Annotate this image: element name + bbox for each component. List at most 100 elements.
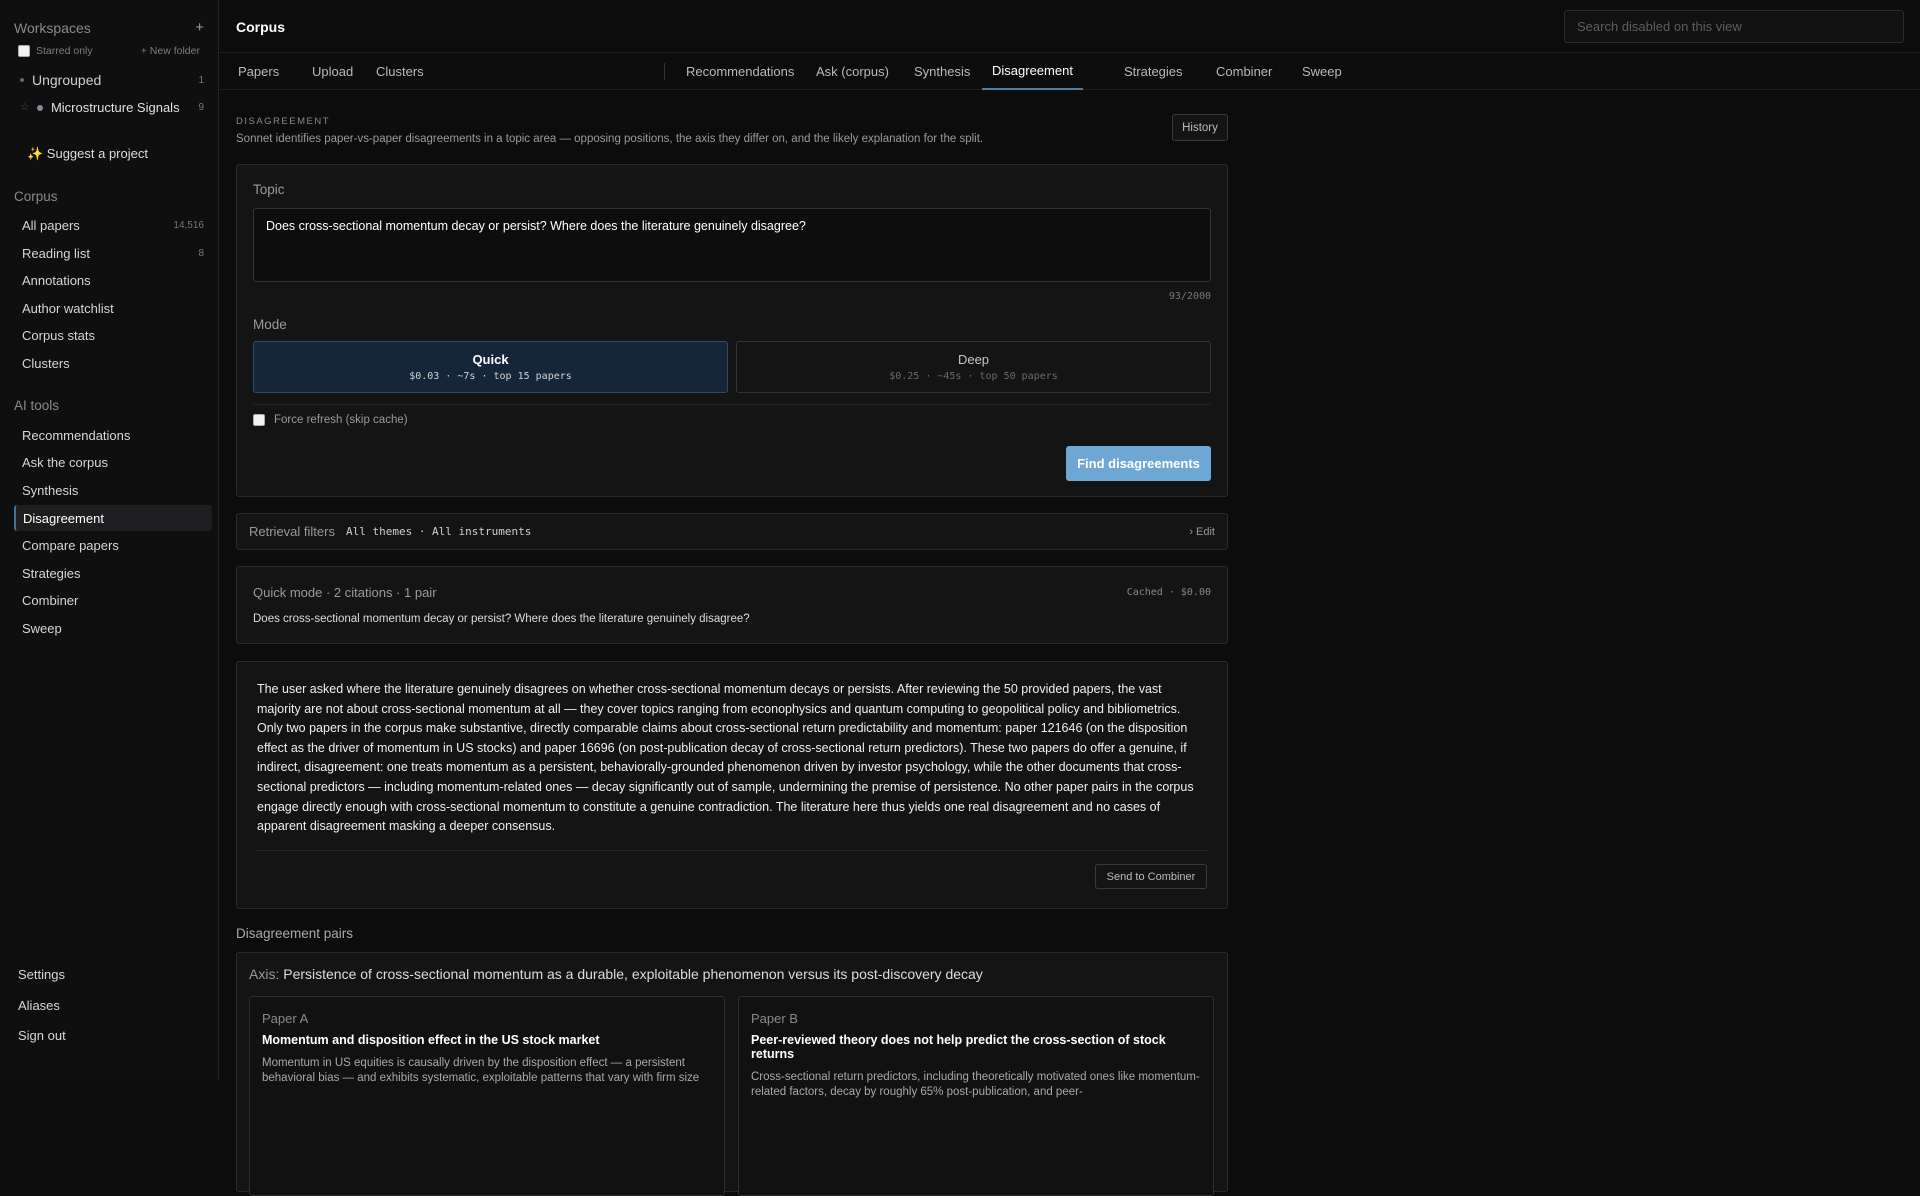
force-refresh-label: Force refresh (skip cache) bbox=[274, 414, 408, 426]
folder-ungrouped[interactable]: Ungrouped 1 bbox=[20, 72, 204, 88]
nav-label: All papers bbox=[22, 217, 80, 233]
mode-subtitle: $0.03 · ~7s · top 15 papers bbox=[409, 371, 572, 382]
folder-count: 1 bbox=[198, 74, 204, 86]
paper-a-title: Momentum and disposition effect in the U… bbox=[262, 1033, 600, 1047]
search-input[interactable]: Search disabled on this view bbox=[1564, 10, 1904, 43]
force-refresh-checkbox[interactable] bbox=[253, 414, 265, 426]
nav-label: Sweep bbox=[22, 620, 62, 636]
nav-label: Synthesis bbox=[22, 482, 79, 498]
divider bbox=[253, 404, 1211, 405]
aliases-link[interactable]: Aliases bbox=[18, 998, 60, 1013]
nav-label: Reading list bbox=[22, 245, 90, 261]
result-question: Does cross-sectional momentum decay or p… bbox=[253, 613, 750, 625]
nav-label: Disagreement bbox=[23, 510, 104, 526]
sidebar-item-recommendations[interactable]: Recommendations bbox=[14, 422, 212, 448]
tab-upload[interactable]: Upload bbox=[302, 53, 363, 90]
tab-clusters[interactable]: Clusters bbox=[366, 53, 434, 90]
mode-title: Quick bbox=[472, 352, 509, 367]
sidebar-item-synthesis[interactable]: Synthesis bbox=[14, 477, 212, 503]
force-refresh-toggle[interactable]: Force refresh (skip cache) bbox=[253, 414, 408, 426]
divider bbox=[257, 850, 1207, 851]
sidebar-item-sweep[interactable]: Sweep bbox=[14, 615, 212, 641]
section-eyebrow: DISAGREEMENT bbox=[236, 116, 331, 127]
axis-key: Axis: bbox=[249, 966, 280, 982]
add-workspace-button[interactable]: + bbox=[195, 19, 204, 36]
result-meta: Quick mode · 2 citations · 1 pair bbox=[253, 585, 437, 600]
filters-label: Retrieval filters bbox=[249, 524, 335, 539]
new-folder-button[interactable]: + New folder bbox=[141, 45, 200, 57]
nav-label: Clusters bbox=[22, 355, 70, 371]
workspace-options: Starred only + New folder bbox=[18, 45, 200, 57]
tab-disagreement[interactable]: Disagreement bbox=[982, 53, 1083, 90]
bullet-icon bbox=[20, 78, 24, 82]
nav-label: Author watchlist bbox=[22, 300, 114, 316]
sidebar-item-compare-papers[interactable]: Compare papers bbox=[14, 532, 212, 558]
sign-out-link[interactable]: Sign out bbox=[18, 1028, 66, 1043]
paper-b-card[interactable]: Paper B Peer-reviewed theory does not he… bbox=[738, 996, 1214, 1196]
send-to-combiner-button[interactable]: Send to Combiner bbox=[1095, 864, 1207, 889]
settings-link[interactable]: Settings bbox=[18, 967, 65, 982]
paper-a-card[interactable]: Paper A Momentum and disposition effect … bbox=[249, 996, 725, 1196]
tab-synthesis[interactable]: Synthesis bbox=[904, 53, 980, 90]
nav-count: 14,516 bbox=[173, 219, 204, 231]
folder-name: Microstructure Signals bbox=[50, 100, 180, 115]
ai-tools-section-title: AI tools bbox=[14, 398, 60, 413]
disagreement-pair: Axis: Persistence of cross-sectional mom… bbox=[236, 952, 1228, 1196]
suggest-project-button[interactable]: ✨ Suggest a project bbox=[27, 146, 148, 162]
paper-b-label: Paper B bbox=[751, 1011, 798, 1026]
topic-input[interactable]: Does cross-sectional momentum decay or p… bbox=[253, 208, 1211, 282]
sidebar-item-reading-list[interactable]: Reading list 8 bbox=[14, 240, 212, 266]
tab-combiner[interactable]: Combiner bbox=[1206, 53, 1282, 90]
mode-subtitle: $0.25 · ~45s · top 50 papers bbox=[889, 371, 1058, 382]
paper-b-summary: Cross-sectional return predictors, inclu… bbox=[751, 1071, 1200, 1098]
pair-axis: Axis: Persistence of cross-sectional mom… bbox=[249, 966, 983, 982]
starred-only-checkbox[interactable] bbox=[18, 45, 30, 57]
history-button[interactable]: History bbox=[1172, 114, 1228, 141]
tab-separator bbox=[664, 63, 665, 80]
char-counter: 93/2000 bbox=[1168, 291, 1211, 302]
folder-name: Ungrouped bbox=[32, 72, 102, 88]
tab-sweep[interactable]: Sweep bbox=[1292, 53, 1352, 90]
folder-microstructure-signals[interactable]: ☆ Microstructure Signals 9 bbox=[20, 100, 204, 115]
nav-label: Compare papers bbox=[22, 537, 119, 553]
sidebar-item-author-watchlist[interactable]: Author watchlist bbox=[14, 295, 212, 321]
paper-a-label: Paper A bbox=[262, 1011, 309, 1026]
nav-label: Ask the corpus bbox=[22, 454, 108, 470]
starred-only-toggle[interactable]: Starred only bbox=[18, 45, 93, 57]
folder-count: 9 bbox=[198, 102, 204, 113]
tab-papers[interactable]: Papers bbox=[228, 53, 289, 90]
sidebar-item-corpus-stats[interactable]: Corpus stats bbox=[14, 322, 212, 348]
tab-recommendations[interactable]: Recommendations bbox=[676, 53, 804, 90]
workspaces-header: Workspaces + bbox=[14, 19, 204, 36]
star-icon[interactable]: ☆ bbox=[20, 102, 29, 113]
starred-only-label: Starred only bbox=[36, 45, 93, 57]
mode-deep-option[interactable]: Deep $0.25 · ~45s · top 50 papers bbox=[736, 341, 1211, 393]
filters-edit-button[interactable]: › Edit bbox=[1189, 526, 1215, 538]
sidebar-item-clusters[interactable]: Clusters bbox=[14, 350, 212, 376]
tab-ask-corpus[interactable]: Ask (corpus) bbox=[806, 53, 899, 90]
filters-value: All themes · All instruments bbox=[345, 525, 532, 538]
folder-color-dot bbox=[36, 104, 43, 111]
mode-title: Deep bbox=[957, 352, 990, 367]
sidebar-item-strategies[interactable]: Strategies bbox=[14, 560, 212, 586]
sidebar-item-combiner[interactable]: Combiner bbox=[14, 587, 212, 613]
nav-label: Recommendations bbox=[22, 427, 131, 443]
sidebar-item-all-papers[interactable]: All papers 14,516 bbox=[14, 212, 212, 238]
sidebar-item-disagreement[interactable]: Disagreement bbox=[14, 505, 212, 531]
page-title: Corpus bbox=[236, 19, 285, 35]
find-disagreements-button[interactable]: Find disagreements bbox=[1066, 446, 1211, 481]
top-bar: Corpus Search disabled on this view bbox=[220, 0, 1920, 53]
nav-label: Strategies bbox=[22, 565, 81, 581]
tab-strategies[interactable]: Strategies bbox=[1114, 53, 1193, 90]
tab-bar: Papers Upload Clusters Recommendations A… bbox=[220, 53, 1920, 90]
result-summary: Quick mode · 2 citations · 1 pair Cached… bbox=[236, 566, 1228, 644]
axis-value: Persistence of cross-sectional momentum … bbox=[283, 966, 983, 982]
sidebar-item-ask-the-corpus[interactable]: Ask the corpus bbox=[14, 449, 212, 475]
sidebar: Workspaces + Starred only + New folder U… bbox=[0, 0, 219, 1080]
sidebar-item-annotations[interactable]: Annotations bbox=[14, 267, 212, 293]
result-text: The user asked where the literature genu… bbox=[257, 682, 1194, 834]
workspaces-label: Workspaces bbox=[14, 19, 91, 36]
section-description: Sonnet identifies paper-vs-paper disagre… bbox=[236, 133, 984, 145]
mode-quick-option[interactable]: Quick $0.03 · ~7s · top 15 papers bbox=[253, 341, 728, 393]
mode-label: Mode bbox=[253, 317, 287, 332]
